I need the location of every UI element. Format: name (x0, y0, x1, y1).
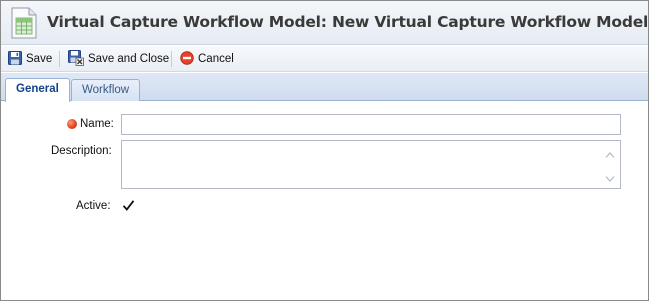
textarea-scroll-arrows[interactable] (603, 147, 617, 185)
spreadsheet-document-icon (10, 7, 38, 39)
title-bar: Virtual Capture Workflow Model: New Virt… (1, 1, 648, 45)
save-close-icon (68, 49, 88, 69)
tab-workflow[interactable]: Workflow (71, 79, 141, 101)
scroll-down-arrow-icon[interactable] (605, 171, 615, 185)
description-label: Description: (51, 145, 112, 157)
floppy-disk-icon (8, 50, 26, 68)
toolbar-separator (171, 51, 172, 67)
cancel-label: Cancel (198, 53, 234, 65)
save-label: Save (26, 53, 53, 65)
name-field[interactable] (121, 114, 621, 135)
cancel-icon (180, 50, 198, 68)
save-close-label: Save and Close (88, 53, 170, 65)
active-checkbox[interactable] (121, 198, 136, 213)
toolbar: Save Save and Close Cancel (1, 46, 648, 72)
dialog-window: Virtual Capture Workflow Model: New Virt… (0, 0, 649, 301)
required-indicator-icon (67, 119, 77, 129)
cancel-button[interactable]: Cancel (180, 50, 234, 68)
page-title: Virtual Capture Workflow Model: New Virt… (47, 13, 649, 31)
tab-general[interactable]: General (5, 78, 70, 102)
save-and-close-button[interactable]: Save and Close (68, 49, 170, 69)
toolbar-separator (59, 51, 60, 67)
checkmark-icon (122, 200, 135, 211)
name-label: Name: (80, 118, 114, 130)
description-field[interactable] (121, 140, 621, 189)
tab-strip: General Workflow (1, 73, 648, 102)
active-label: Active: (76, 200, 111, 212)
scroll-up-arrow-icon[interactable] (605, 147, 615, 161)
save-button[interactable]: Save (8, 50, 52, 68)
